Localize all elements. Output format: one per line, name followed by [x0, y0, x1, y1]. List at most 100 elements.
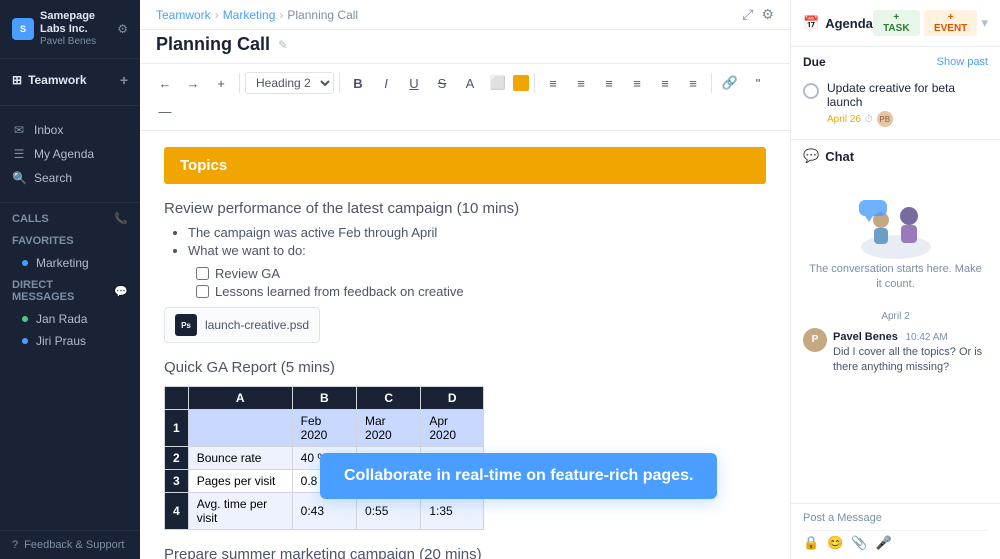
toolbar-link[interactable]: 🔗	[717, 70, 743, 96]
toolbar-font-color[interactable]: A	[457, 70, 483, 96]
agenda-header: 📅 Agenda + TASK + EVENT ▾	[791, 0, 1000, 47]
chat-input-area: Post a Message 🔒 😊 📎 🎤	[791, 503, 1000, 559]
toolbar-sep-4	[711, 73, 712, 93]
section-3-time: (20 mins)	[419, 546, 482, 559]
company-name: Samepage Labs Inc.	[40, 10, 117, 36]
toolbar-quote[interactable]: "	[745, 70, 771, 96]
breadcrumb-teamwork[interactable]: Teamwork	[156, 8, 211, 22]
task-timer-icon: ⏱	[865, 114, 873, 125]
toolbar-list-ordered[interactable]: ≡	[568, 70, 594, 96]
chat-input-placeholder: Post a Message	[803, 512, 988, 524]
sidebar-dm-jiri-praus[interactable]: Jiri Praus	[0, 330, 140, 352]
user-name: Pavel Benes	[40, 36, 117, 48]
chat-bubble: Pavel Benes 10:42 AM Did I cover all the…	[833, 328, 988, 376]
table-col-b: B	[292, 387, 356, 410]
checkbox-item-review-ga: Review GA	[196, 266, 766, 281]
jiri-praus-status-dot	[22, 338, 28, 344]
company-info[interactable]: S Samepage Labs Inc. Pavel Benes	[12, 10, 117, 48]
toolbar-redo[interactable]: →	[180, 70, 206, 96]
add-icon[interactable]: +	[120, 72, 128, 88]
chat-title: 💬 Chat	[803, 148, 988, 164]
table-row-num-2: 2	[165, 447, 189, 470]
agenda-filter-icon[interactable]: ▾	[981, 15, 988, 31]
breadcrumb: Teamwork › Marketing › Planning Call	[156, 8, 358, 22]
toolbar-undo[interactable]: ←	[152, 70, 178, 96]
direct-messages-section-header[interactable]: Direct messages 💬	[0, 274, 140, 308]
chat-emoji-icon[interactable]: 😊	[827, 535, 843, 551]
add-task-button[interactable]: + TASK	[873, 10, 920, 36]
toolbar-sep-3	[534, 73, 535, 93]
sidebar-item-search[interactable]: 🔍 Search	[0, 166, 140, 190]
toolbar-list-unordered[interactable]: ≡	[540, 70, 566, 96]
sidebar-item-marketing[interactable]: Marketing	[0, 252, 140, 274]
toolbar-italic[interactable]: I	[373, 70, 399, 96]
chat-attach-icon[interactable]: 📎	[851, 535, 867, 551]
section-1-bullets: The campaign was active Feb through Apri…	[188, 225, 766, 258]
task-meta: April 26 ⏱ PB	[827, 111, 988, 127]
toolbar-indent-decrease[interactable]: ≡	[596, 70, 622, 96]
toolbar-image[interactable]: ⬜	[485, 70, 511, 96]
calls-section-header[interactable]: Calls 📞	[0, 207, 140, 230]
file-attachment[interactable]: Ps launch-creative.psd	[164, 307, 320, 343]
breadcrumb-marketing[interactable]: Marketing	[223, 8, 276, 22]
section-heading-3: Prepare summer marketing campaign (20 mi…	[164, 546, 766, 559]
add-event-button[interactable]: + EVENT	[924, 10, 978, 36]
heading-select[interactable]: Heading 2 Heading 1 Heading 3 Normal	[245, 72, 334, 94]
show-past-link[interactable]: Show past	[937, 56, 988, 68]
sidebar-item-my-agenda-label: My Agenda	[34, 147, 94, 161]
feedback-support[interactable]: ? Feedback & Support	[0, 530, 140, 559]
chat-sender-line: Pavel Benes 10:42 AM	[833, 328, 988, 343]
jan-rada-status-dot	[22, 316, 28, 322]
sidebar-item-inbox[interactable]: ✉ Inbox	[0, 118, 140, 142]
breadcrumb-sep-2: ›	[279, 8, 283, 22]
agenda-due-section: Due Show past Update creative for beta l…	[791, 47, 1000, 139]
table-row-num-4: 4	[165, 493, 189, 530]
sidebar-item-inbox-label: Inbox	[34, 123, 63, 137]
chat-icon: 💬	[803, 148, 819, 164]
task-checkbox[interactable]	[803, 83, 819, 99]
chat-message-time: 10:42 AM	[905, 332, 947, 343]
agenda-title: 📅 Agenda	[803, 15, 873, 31]
toolbar-color-picker[interactable]	[513, 75, 529, 91]
checkbox-lessons[interactable]	[196, 285, 209, 298]
file-type-icon: Ps	[175, 314, 197, 336]
section-1-title: Review performance of the latest campaig…	[164, 200, 457, 217]
chat-messages: April 2 P Pavel Benes 10:42 AM Did I cov…	[791, 305, 1000, 384]
company-logo: S	[12, 18, 34, 40]
checkbox-review-ga[interactable]	[196, 267, 209, 280]
edit-title-icon[interactable]: ✎	[278, 38, 288, 52]
table-corner	[165, 387, 189, 410]
toolbar-add[interactable]: +	[208, 70, 234, 96]
main-content: Teamwork › Marketing › Planning Call ⤢ ⚙…	[140, 0, 790, 559]
toolbar-align-right[interactable]: ≡	[680, 70, 706, 96]
page-title-row: Planning Call ✎	[140, 30, 790, 64]
toolbar-bold[interactable]: B	[345, 70, 371, 96]
expand-icon[interactable]: ⤢	[742, 6, 753, 23]
chat-mic-icon[interactable]: 🎤	[876, 535, 892, 551]
toolbar-indent-increase[interactable]: ≡	[624, 70, 650, 96]
favorites-label: Favorites	[12, 235, 74, 247]
toolbar-hr[interactable]: —	[152, 98, 178, 124]
toolbar-strikethrough[interactable]: S	[429, 70, 455, 96]
page-settings-icon[interactable]: ⚙	[761, 6, 774, 23]
toolbar-underline[interactable]: U	[401, 70, 427, 96]
grid-icon: ⊞	[12, 73, 22, 87]
file-name: launch-creative.psd	[205, 318, 309, 332]
sidebar-teamwork-item[interactable]: ⊞ Teamwork +	[0, 67, 140, 93]
favorites-section-header[interactable]: Favorites	[0, 230, 140, 252]
chat-date-divider: April 2	[803, 311, 988, 322]
sidebar-item-my-agenda[interactable]: ☰ My Agenda	[0, 142, 140, 166]
bullet-item: The campaign was active Feb through Apri…	[188, 225, 766, 240]
sidebar-dm-jan-rada[interactable]: Jan Rada	[0, 308, 140, 330]
section-heading-1: Review performance of the latest campaig…	[164, 200, 766, 217]
company-details: Samepage Labs Inc. Pavel Benes	[40, 10, 117, 48]
settings-icon[interactable]: ⚙	[117, 22, 128, 36]
toolbar-align-left[interactable]: ≡	[652, 70, 678, 96]
topics-label: Topics	[180, 157, 227, 174]
editor-body[interactable]: Topics Review performance of the latest …	[140, 131, 790, 559]
teamwork-left: ⊞ Teamwork	[12, 73, 87, 87]
sidebar: S Samepage Labs Inc. Pavel Benes ⚙ ⊞ Tea…	[0, 0, 140, 559]
tooltip-text: Collaborate in real-time on feature-rich…	[344, 467, 693, 484]
chat-illustration	[851, 192, 941, 262]
chat-message-text: Did I cover all the topics? Or is there …	[833, 345, 988, 376]
